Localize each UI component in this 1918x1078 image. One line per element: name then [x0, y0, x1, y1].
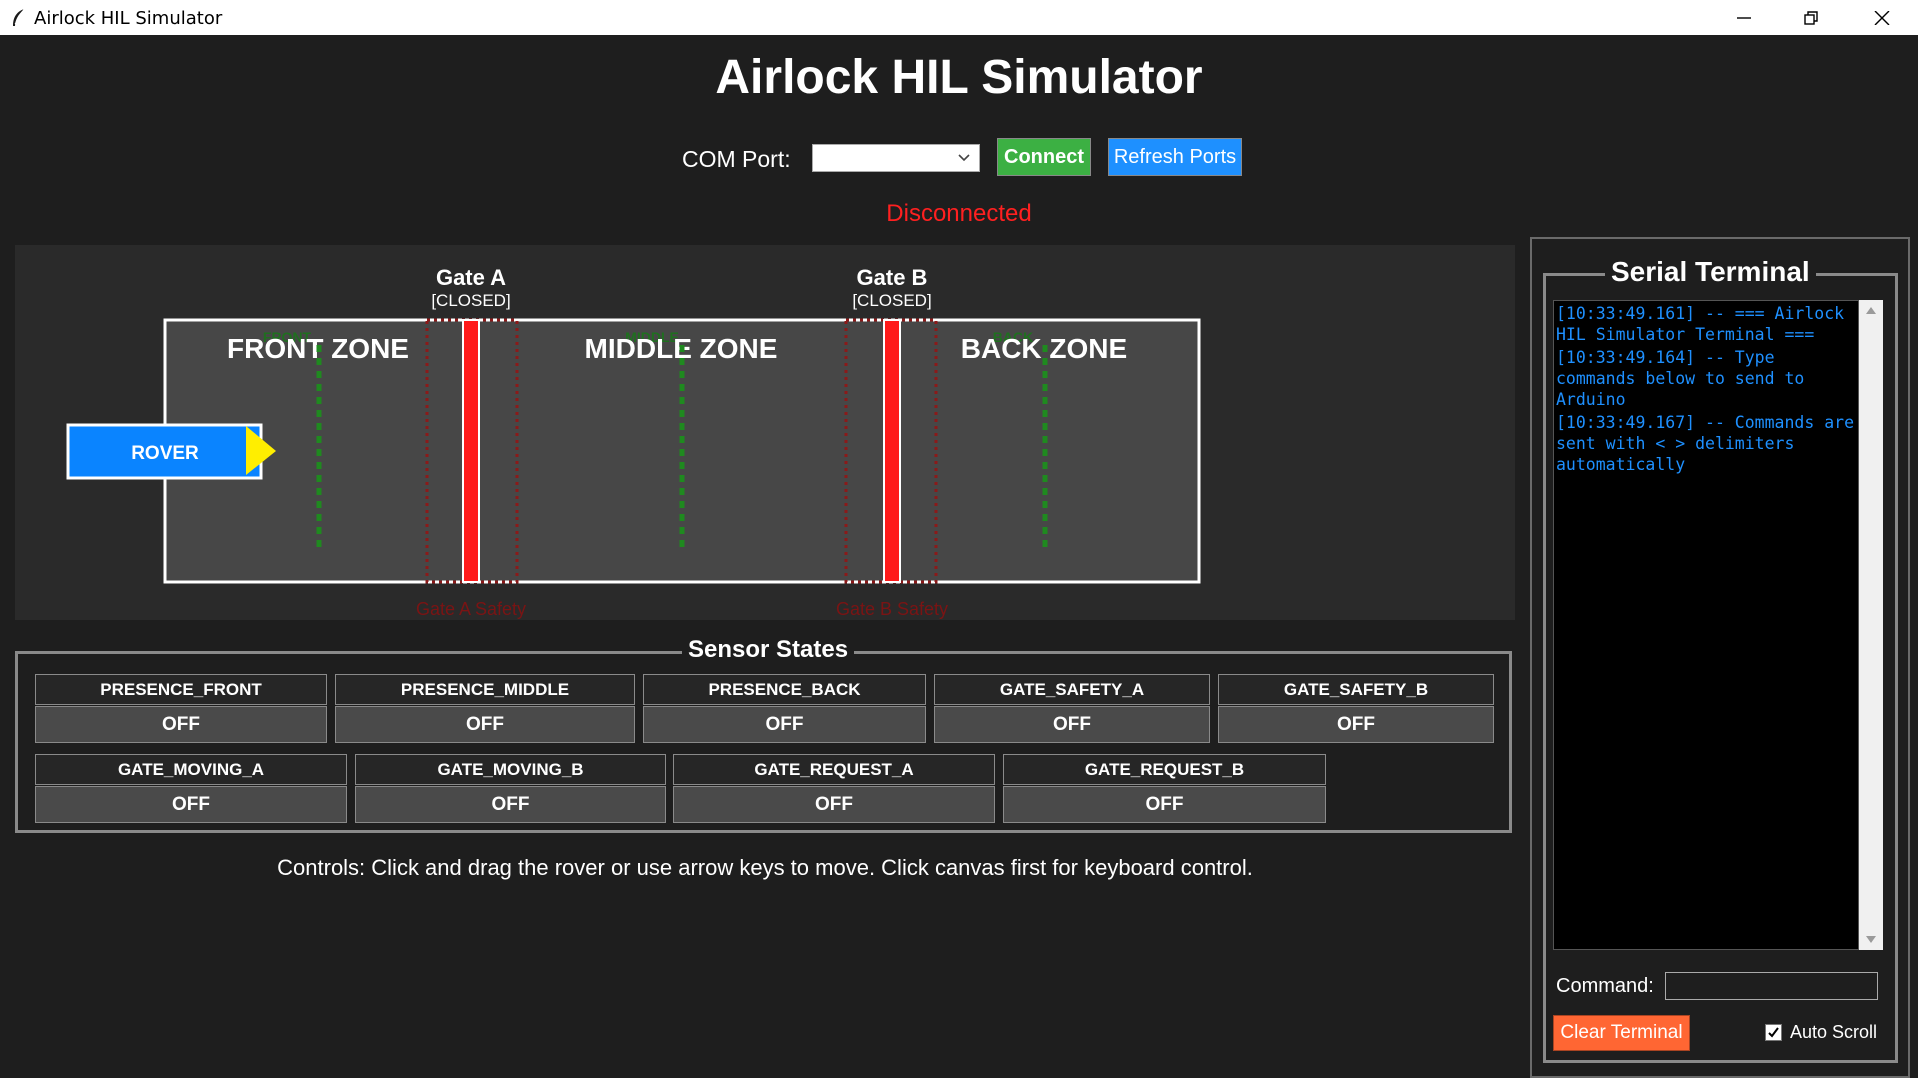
gate-b-safety-label: Gate B Safety: [836, 599, 948, 619]
app-title: Airlock HIL Simulator: [715, 51, 1203, 104]
gate-a: [462, 319, 480, 583]
rover-label: ROVER: [131, 443, 199, 464]
sensor-name-presence-front: PRESENCE_FRONT: [35, 674, 327, 705]
sensor-value-gate-safety-b: OFF: [1218, 706, 1494, 743]
close-icon: [1874, 11, 1890, 25]
gate-b: [883, 319, 901, 583]
terminal-title: Serial Terminal: [1605, 256, 1816, 288]
com-port-label: COM Port:: [682, 146, 791, 172]
auto-scroll-checkbox[interactable]: [1765, 1024, 1782, 1041]
refresh-ports-button[interactable]: Refresh Ports: [1108, 138, 1242, 176]
terminal-line: [10:33:49.164] -- Type commands below to…: [1556, 348, 1815, 409]
sensor-name-gate-request-a: GATE_REQUEST_A: [673, 754, 995, 785]
connection-status: Disconnected: [886, 200, 1032, 227]
sensor-name-gate-request-b: GATE_REQUEST_B: [1003, 754, 1326, 785]
command-input[interactable]: [1665, 972, 1878, 1000]
airlock-canvas[interactable]: Gate A [CLOSED] Gate B [CLOSED] FRONT MI…: [15, 245, 1515, 620]
sensor-value-gate-moving-b: OFF: [355, 786, 666, 823]
window-title-bar[interactable]: Airlock HIL Simulator: [0, 0, 1918, 35]
close-button[interactable]: [1848, 0, 1916, 35]
gate-b-label: Gate B: [857, 265, 928, 290]
restore-icon: [1804, 11, 1818, 25]
sensor-value-presence-back: OFF: [643, 706, 926, 743]
sensor-value-gate-moving-a: OFF: [35, 786, 347, 823]
gate-b-state: [CLOSED]: [852, 291, 931, 310]
sensor-name-gate-moving-a: GATE_MOVING_A: [35, 754, 347, 785]
gate-a-label: Gate A: [436, 265, 506, 290]
auto-scroll-label: Auto Scroll: [1790, 1022, 1878, 1042]
gate-a-state: [CLOSED]: [431, 291, 510, 310]
command-label: Command:: [1556, 975, 1654, 997]
scroll-down-icon[interactable]: [1865, 934, 1877, 944]
sensor-value-gate-request-a: OFF: [673, 786, 995, 823]
gate-a-safety-label: Gate A Safety: [416, 599, 526, 619]
minimize-button[interactable]: [1710, 0, 1778, 35]
window-title: Airlock HIL Simulator: [34, 8, 223, 29]
chevron-down-icon: [958, 154, 970, 162]
sensor-value-gate-safety-a: OFF: [934, 706, 1210, 743]
scroll-up-icon[interactable]: [1865, 306, 1877, 316]
sensor-value-presence-middle: OFF: [335, 706, 635, 743]
minimize-icon: [1737, 17, 1751, 19]
terminal-line: [10:33:49.161] -- === Airlock HIL Simula…: [1556, 304, 1855, 344]
com-port-select[interactable]: [812, 144, 980, 172]
sensor-states-title: Sensor States: [682, 636, 855, 664]
terminal-line: [10:33:49.167] -- Commands are sent with…: [1556, 413, 1855, 474]
sensor-name-presence-middle: PRESENCE_MIDDLE: [335, 674, 635, 705]
clear-terminal-button[interactable]: Clear Terminal: [1553, 1015, 1690, 1051]
sensor-value-gate-request-b: OFF: [1003, 786, 1326, 823]
terminal-output[interactable]: [10:33:49.161] -- === Airlock HIL Simula…: [1553, 300, 1859, 950]
sensor-name-presence-back: PRESENCE_BACK: [643, 674, 926, 705]
checkmark-icon: [1768, 1027, 1779, 1038]
sensor-name-gate-moving-b: GATE_MOVING_B: [355, 754, 666, 785]
sensor-name-gate-safety-a: GATE_SAFETY_A: [934, 674, 1210, 705]
sensor-value-presence-front: OFF: [35, 706, 327, 743]
terminal-scrollbar[interactable]: [1859, 300, 1883, 950]
sensor-name-gate-safety-b: GATE_SAFETY_B: [1218, 674, 1494, 705]
rover[interactable]: ROVER: [66, 423, 276, 480]
restore-button[interactable]: [1778, 0, 1846, 35]
controls-hint: Controls: Click and drag the rover or us…: [277, 855, 1253, 880]
connect-button[interactable]: Connect: [997, 138, 1091, 176]
feather-icon: [13, 8, 25, 26]
